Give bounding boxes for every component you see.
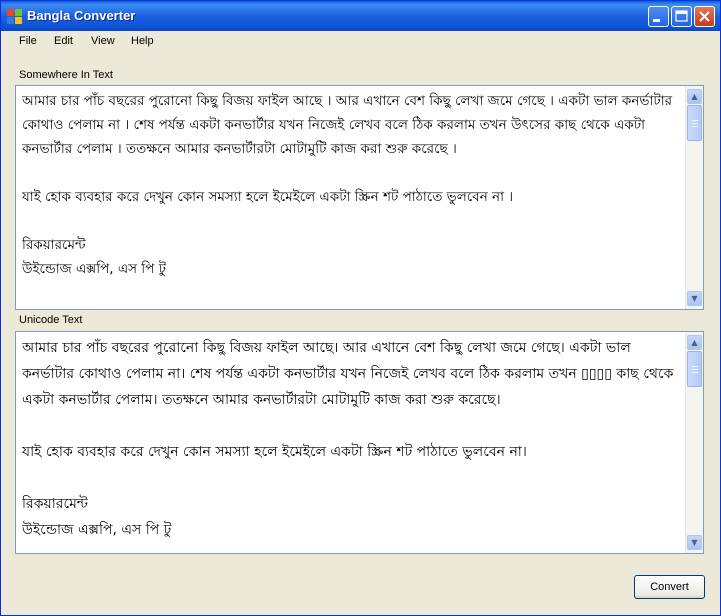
- minimize-button[interactable]: [648, 6, 669, 27]
- menu-view[interactable]: View: [91, 35, 115, 47]
- menu-bar: File Edit View Help: [1, 31, 720, 53]
- menu-help[interactable]: Help: [131, 35, 154, 47]
- unicode-textbox[interactable]: আমার চার পাঁচ বছরের পুরোনো কিছু বিজয় ফা…: [15, 331, 704, 554]
- source-textbox[interactable]: আমার চার পাঁচ বছরের পুরোনো কিছু বিজয় ফা…: [15, 85, 704, 310]
- source-text-content[interactable]: আমার চার পাঁচ বছরের পুরোনো কিছু বিজয় ফা…: [22, 89, 679, 307]
- window-title: Bangla Converter: [27, 8, 136, 23]
- app-icon: [7, 9, 22, 24]
- maximize-icon: [675, 10, 688, 22]
- menu-file[interactable]: File: [19, 35, 37, 47]
- scroll-up-icon[interactable]: ▲: [687, 89, 702, 104]
- maximize-button[interactable]: [671, 6, 692, 27]
- main-window: Bangla Converter File Edit View Help Som…: [0, 0, 721, 616]
- close-button[interactable]: [694, 6, 715, 27]
- minimize-icon: [653, 19, 660, 22]
- convert-button[interactable]: Convert: [634, 575, 705, 599]
- close-icon: [699, 11, 710, 22]
- unicode-text-label: Unicode Text: [19, 314, 83, 326]
- unicode-text-content[interactable]: আমার চার পাঁচ বছরের পুরোনো কিছু বিজয় ফা…: [22, 335, 679, 551]
- scroll-thumb[interactable]: [687, 105, 702, 141]
- unicode-scrollbar[interactable]: ▲ ▼: [685, 332, 703, 553]
- title-bar[interactable]: Bangla Converter: [1, 1, 720, 31]
- menu-edit[interactable]: Edit: [54, 35, 73, 47]
- scroll-down-icon[interactable]: ▼: [687, 535, 702, 550]
- scroll-down-icon[interactable]: ▼: [687, 291, 702, 306]
- scroll-thumb[interactable]: [687, 351, 702, 387]
- source-scrollbar[interactable]: ▲ ▼: [685, 86, 703, 309]
- scroll-up-icon[interactable]: ▲: [687, 335, 702, 350]
- source-text-label: Somewhere In Text: [19, 69, 113, 81]
